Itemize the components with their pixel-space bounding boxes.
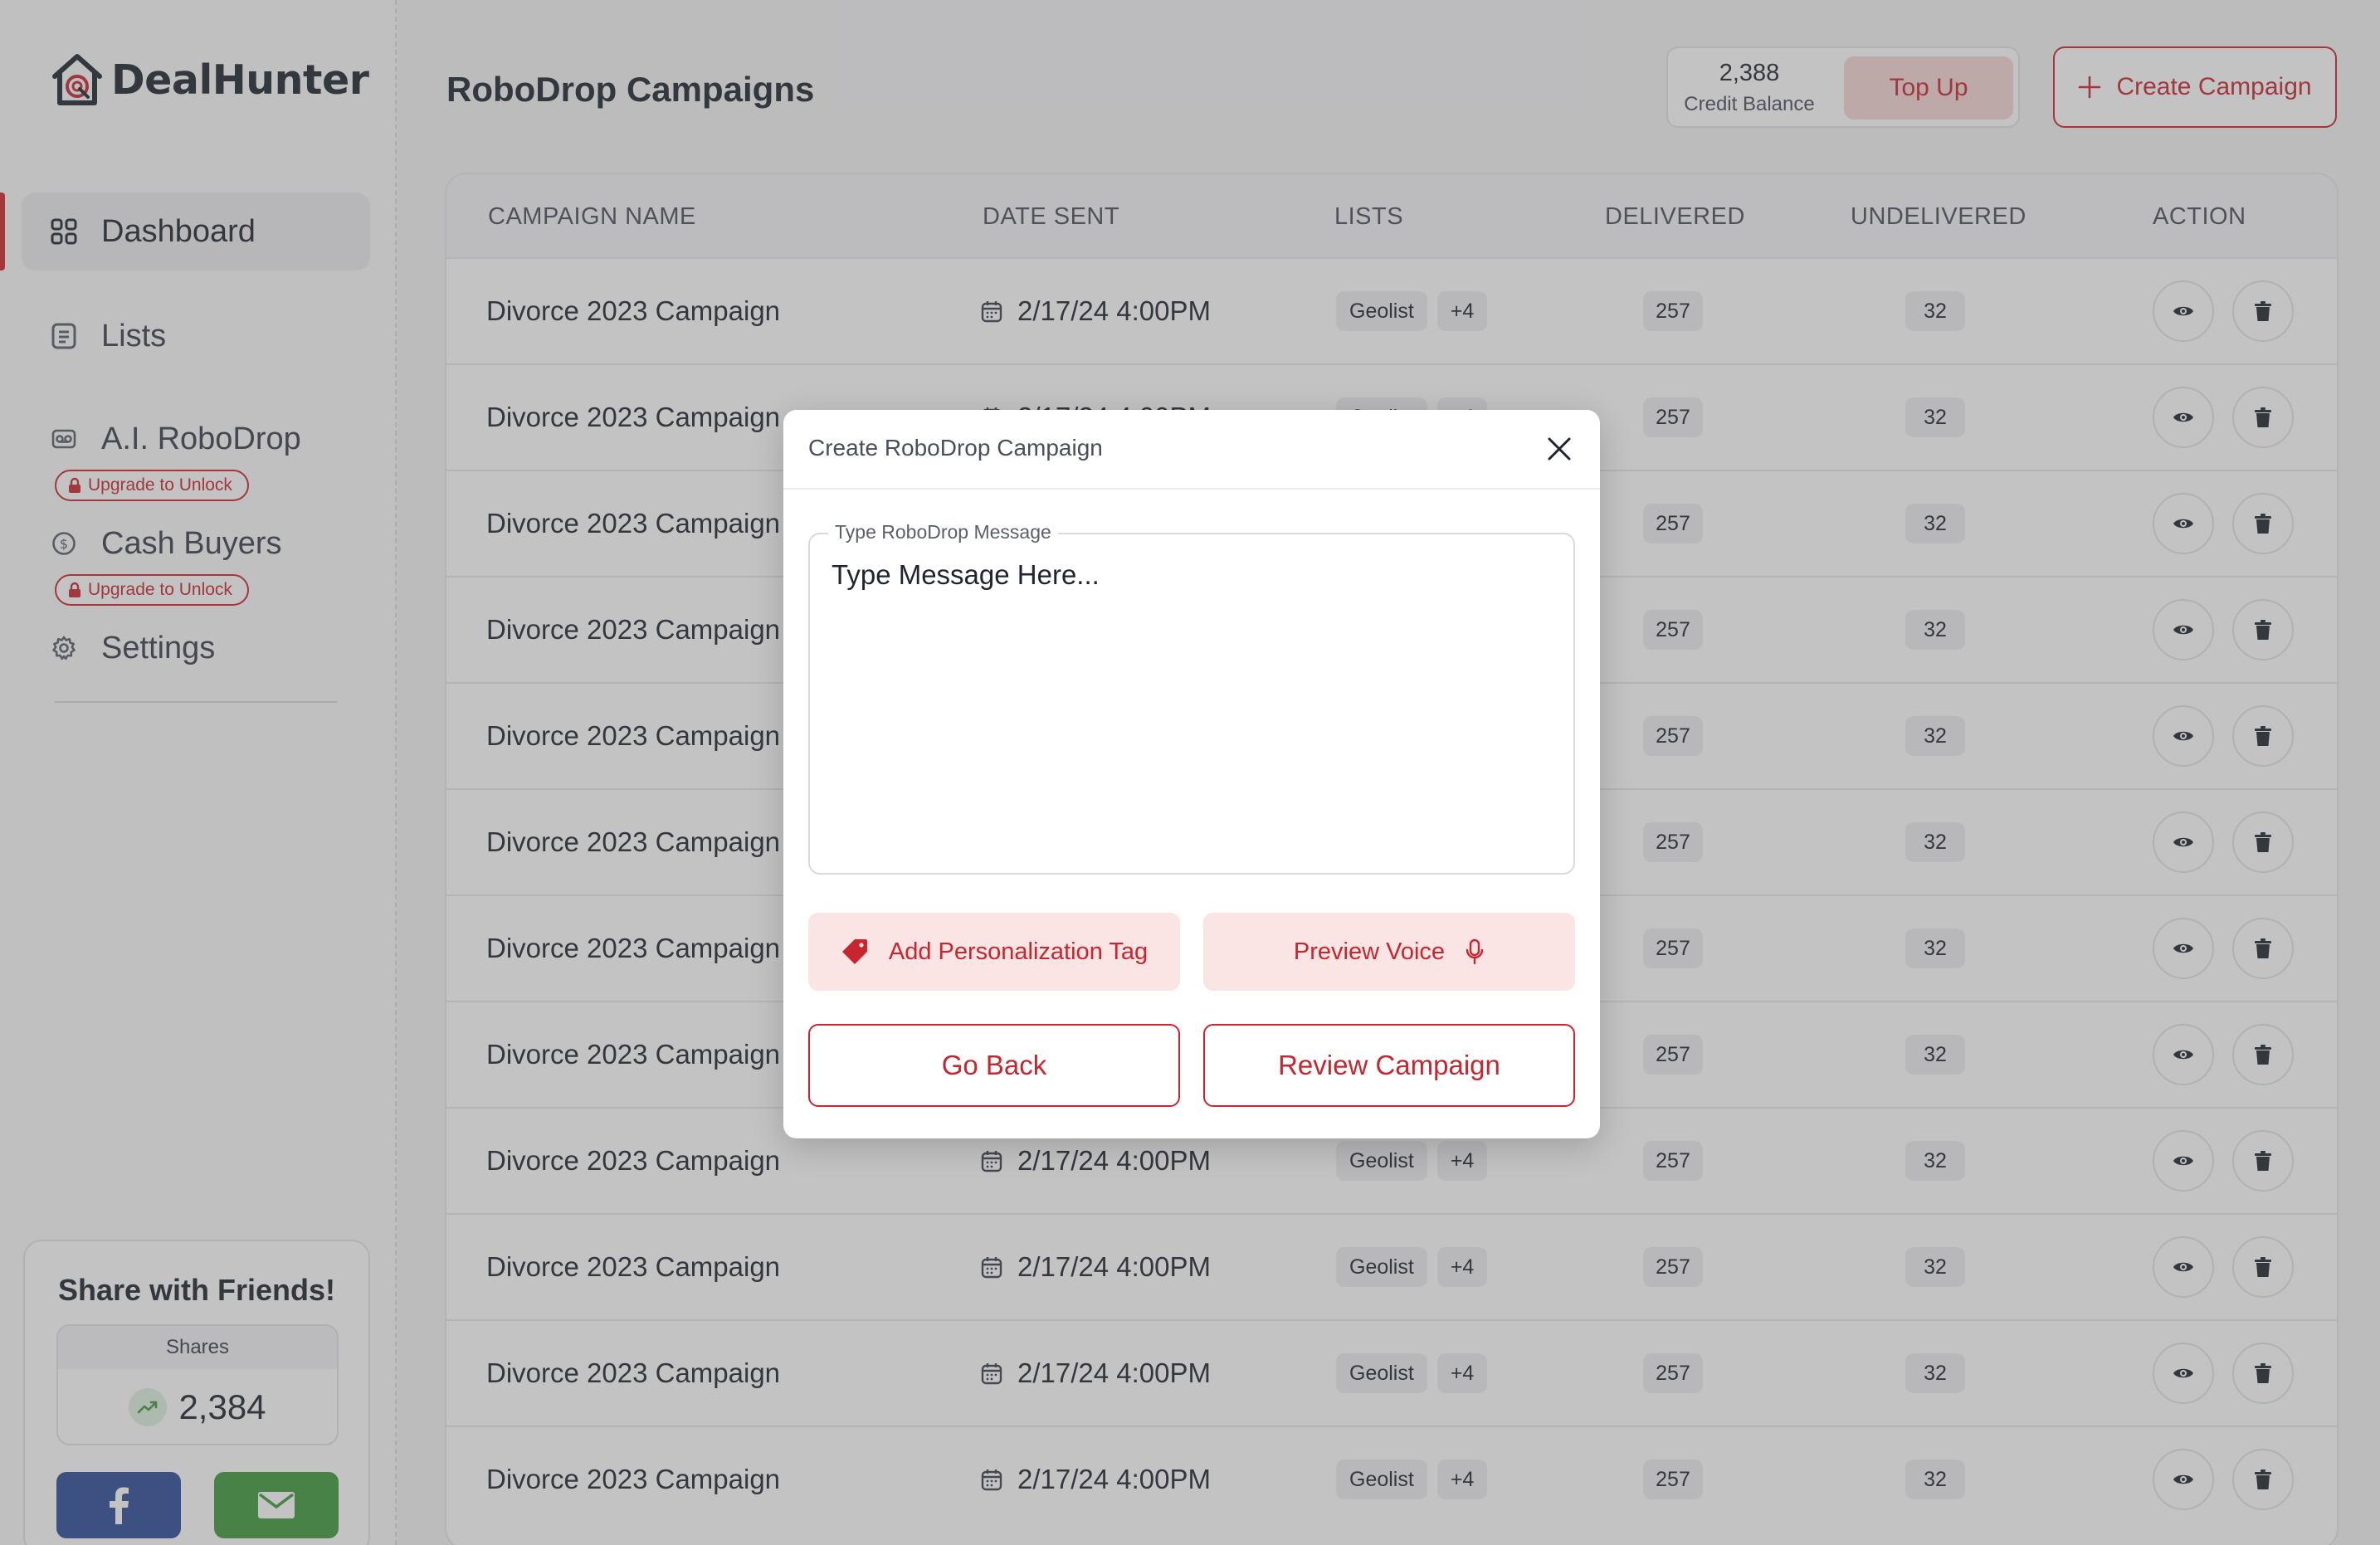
add-personalization-tag-button[interactable]: Add Personalization Tag	[808, 913, 1180, 991]
preview-voice-label: Preview Voice	[1293, 938, 1446, 965]
create-robodrop-modal: Create RoboDrop Campaign Type RoboDrop M…	[783, 410, 1600, 1138]
close-button[interactable]	[1539, 428, 1580, 470]
tag-icon	[841, 939, 867, 964]
add-personalization-tag-label: Add Personalization Tag	[888, 938, 1149, 965]
review-campaign-button[interactable]: Review Campaign	[1203, 1024, 1575, 1107]
microphone-icon	[1466, 938, 1484, 965]
message-input[interactable]	[832, 559, 1553, 858]
modal-header: Create RoboDrop Campaign	[783, 410, 1600, 490]
message-field: Type RoboDrop Message	[808, 521, 1575, 875]
close-icon	[1548, 437, 1571, 461]
preview-voice-button[interactable]: Preview Voice	[1203, 913, 1575, 991]
modal-title: Create RoboDrop Campaign	[808, 435, 1103, 461]
message-field-label: Type RoboDrop Message	[828, 521, 1058, 543]
go-back-button[interactable]: Go Back	[808, 1024, 1180, 1107]
